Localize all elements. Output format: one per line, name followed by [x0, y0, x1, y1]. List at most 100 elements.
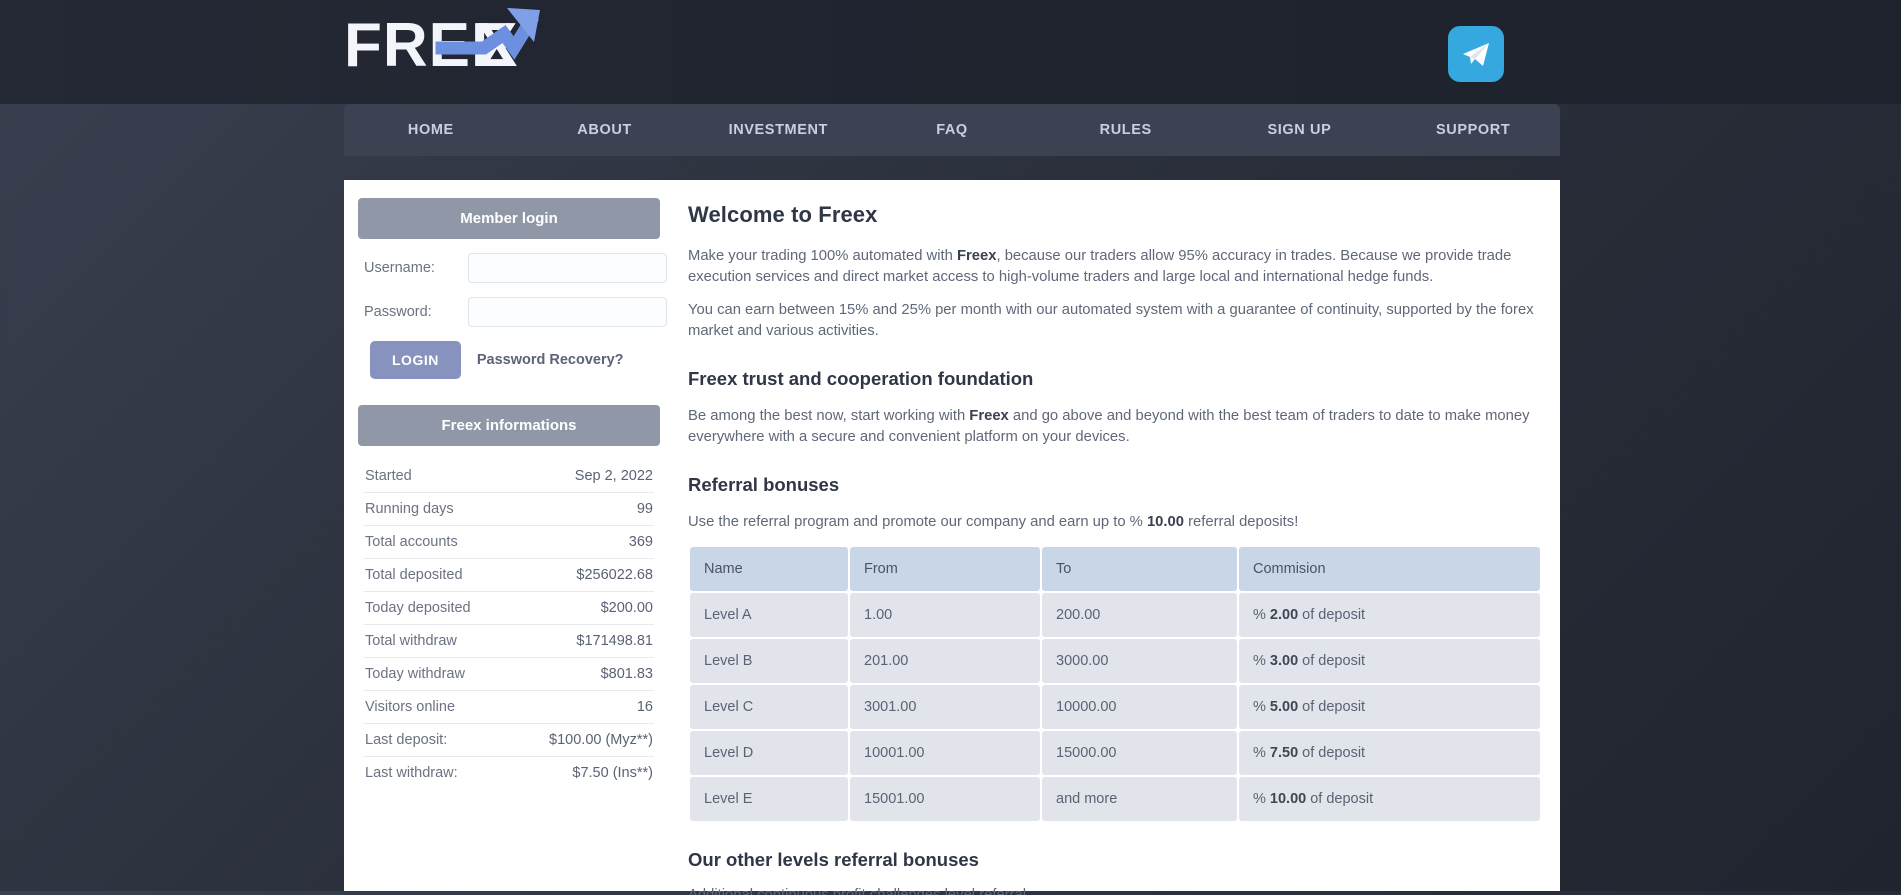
column-header-from: From: [850, 547, 1040, 591]
commision-suffix: of deposit: [1298, 653, 1366, 669]
commision-pct: 10.00: [1269, 791, 1307, 807]
site-logo[interactable]: FREE X: [344, 4, 584, 88]
cell-commision: % 3.00 of deposit: [1239, 639, 1540, 683]
stat-label: Running days: [365, 501, 454, 517]
commision-pct: 2.00: [1269, 607, 1299, 623]
nav-item-support[interactable]: SUPPORT: [1386, 104, 1560, 156]
main-navigation: HOME ABOUT INVESTMENT FAQ RULES SIGN UP …: [344, 104, 1560, 156]
cell-commision: % 5.00 of deposit: [1239, 685, 1540, 729]
welcome-p1-part-a: Make your trading 100% automated with: [688, 248, 957, 264]
login-actions: LOGIN Password Recovery?: [364, 341, 654, 379]
main-content: Welcome to Freex Make your trading 100% …: [680, 196, 1542, 895]
table-row: Level A 1.00 200.00 % 2.00 of deposit: [690, 593, 1540, 637]
stat-value: $801.83: [600, 666, 653, 682]
commision-prefix: %: [1253, 653, 1270, 669]
cell-name: Level C: [690, 685, 848, 729]
list-item: Today withdraw $801.83: [364, 658, 654, 691]
nav-item-signup[interactable]: SIGN UP: [1213, 104, 1387, 156]
stat-value: Sep 2, 2022: [574, 468, 653, 484]
trust-part-a: Be among the best now, start working wit…: [688, 408, 970, 424]
column-header-name: Name: [690, 547, 848, 591]
stat-value: 369: [628, 534, 653, 550]
stat-label: Total deposited: [365, 567, 463, 583]
nav-item-about[interactable]: ABOUT: [518, 104, 692, 156]
list-item: Total accounts 369: [364, 526, 654, 559]
list-item: Today deposited $200.00: [364, 592, 654, 625]
stat-label: Total withdraw: [365, 633, 457, 649]
stat-value: $100.00 (Myz**): [549, 732, 653, 748]
password-label: Password:: [364, 304, 432, 320]
cell-from: 201.00: [850, 639, 1040, 683]
nav-item-rules[interactable]: RULES: [1039, 104, 1213, 156]
list-item: Total deposited $256022.68: [364, 559, 654, 592]
other-levels-text: Additional continuous profit challenges …: [688, 887, 1027, 895]
cell-name: Level E: [690, 777, 848, 821]
list-item: Visitors online 16: [364, 691, 654, 724]
referral-bonuses-table: Name From To Commision Level A 1.00 200.…: [688, 545, 1542, 823]
cell-to: 3000.00: [1042, 639, 1237, 683]
cell-name: Level D: [690, 731, 848, 775]
commision-pct: 5.00: [1269, 699, 1299, 715]
table-body: Level A 1.00 200.00 % 2.00 of deposit Le…: [690, 593, 1540, 821]
cell-commision: % 7.50 of deposit: [1239, 731, 1540, 775]
stat-value: $7.50 (Ins**): [572, 765, 653, 781]
password-recovery-link[interactable]: Password Recovery?: [477, 352, 624, 368]
cell-to: 10000.00: [1042, 685, 1237, 729]
stat-label: Visitors online: [365, 699, 456, 715]
cell-to: 15000.00: [1042, 731, 1237, 775]
sidebar: Member login Username: Password: LOGIN P…: [358, 196, 667, 891]
referral-intro-a: Use the referral program and promote our…: [688, 514, 1147, 530]
stat-value: 99: [636, 501, 653, 517]
stat-label: Today withdraw: [365, 666, 465, 682]
cell-commision: % 2.00 of deposit: [1239, 593, 1540, 637]
welcome-paragraph-2: You can earn between 15% and 25% per mon…: [688, 302, 1534, 339]
list-item: Total withdraw $171498.81: [364, 625, 654, 658]
cell-from: 15001.00: [850, 777, 1040, 821]
nav-item-faq[interactable]: FAQ: [865, 104, 1039, 156]
list-item: Last withdraw: $7.50 (Ins**): [364, 757, 654, 789]
stat-label: Today deposited: [365, 600, 471, 616]
commision-pct: 7.50: [1269, 745, 1299, 761]
referral-intro: Use the referral program and promote our…: [688, 512, 1542, 533]
freex-informations-header: Freex informations: [358, 405, 660, 446]
page-container: FREE X HOME ABOUT INVESTMENT FAQ RULES S…: [344, 0, 1560, 895]
username-input[interactable]: [468, 253, 667, 283]
stat-label: Last withdraw:: [365, 765, 458, 781]
cell-name: Level B: [690, 639, 848, 683]
password-input[interactable]: [468, 297, 667, 327]
username-label: Username:: [364, 260, 435, 276]
member-login-header: Member login: [358, 198, 660, 239]
stat-value: $171498.81: [576, 633, 653, 649]
commision-pct: 3.00: [1269, 653, 1299, 669]
table-header-row: Name From To Commision: [690, 547, 1540, 591]
login-button[interactable]: LOGIN: [370, 341, 461, 379]
commision-suffix: of deposit: [1298, 607, 1366, 623]
welcome-paragraph-1: Make your trading 100% automated with Fr…: [688, 246, 1542, 288]
trust-brand: Freex: [969, 408, 1009, 424]
commision-suffix: of deposit: [1298, 745, 1366, 761]
commision-prefix: %: [1253, 791, 1270, 807]
freex-informations-list: Started Sep 2, 2022 Running days 99 Tota…: [358, 460, 660, 789]
commision-prefix: %: [1253, 607, 1270, 623]
login-form: Username: Password: LOGIN Password Recov…: [358, 239, 667, 405]
telegram-icon[interactable]: [1448, 26, 1504, 82]
column-header-to: To: [1042, 547, 1237, 591]
stat-label: Started: [365, 468, 412, 484]
welcome-p1-brand: Freex: [956, 248, 997, 264]
commision-suffix: of deposit: [1306, 791, 1374, 807]
cell-name: Level A: [690, 593, 848, 637]
stat-value: $256022.68: [576, 567, 653, 583]
telegram-plane-icon: [1463, 43, 1489, 66]
table-row: Level E 15001.00 and more % 10.00 of dep…: [690, 777, 1540, 821]
commision-prefix: %: [1253, 699, 1270, 715]
nav-item-investment[interactable]: INVESTMENT: [691, 104, 865, 156]
password-row: Password:: [364, 297, 667, 327]
cell-to: 200.00: [1042, 593, 1237, 637]
trust-paragraph: Be among the best now, start working wit…: [688, 406, 1542, 448]
cell-to: and more: [1042, 777, 1237, 821]
nav-item-home[interactable]: HOME: [344, 104, 518, 156]
page-title: Welcome to Freex: [688, 202, 878, 227]
referral-intro-pct: 10.00: [1146, 514, 1184, 530]
cell-from: 3001.00: [850, 685, 1040, 729]
freex-logo-icon: FREE X: [344, 8, 540, 80]
